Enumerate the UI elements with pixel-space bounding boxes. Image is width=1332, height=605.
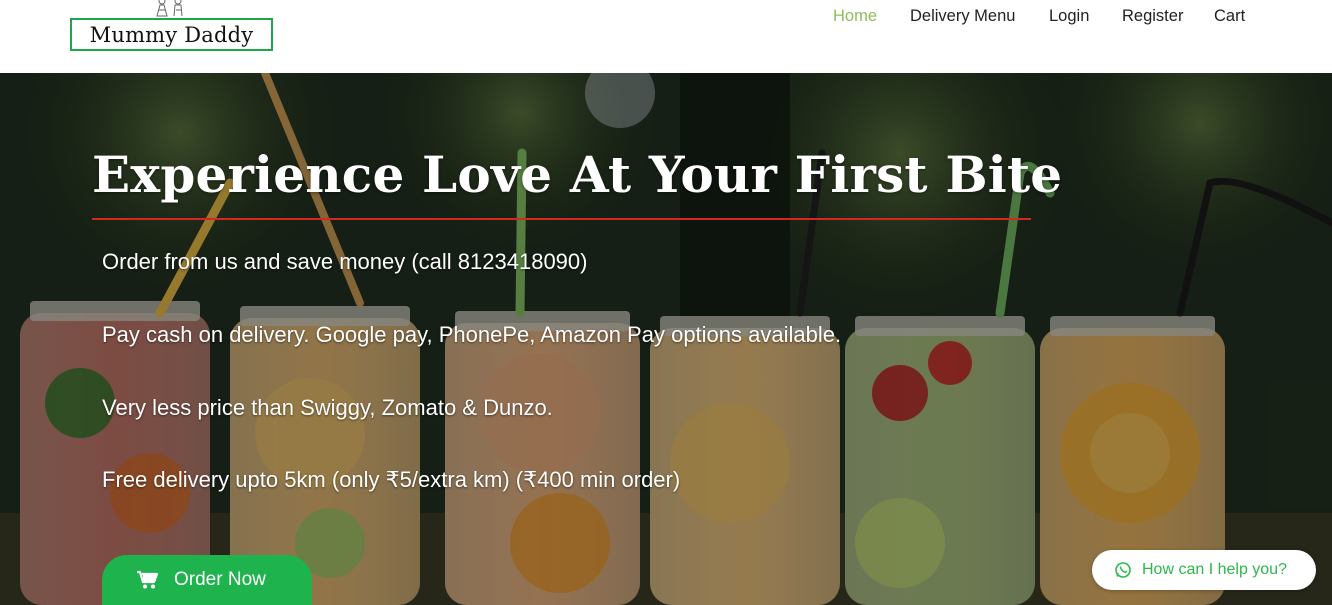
hero-line-delivery: Free delivery upto 5km (only ₹5/extra km… <box>102 467 681 492</box>
nav-item-home[interactable]: Home <box>833 7 877 26</box>
nav-item-login[interactable]: Login <box>1049 7 1089 26</box>
order-now-button[interactable]: Order Now <box>102 555 312 605</box>
nav-item-cart[interactable]: Cart <box>1214 7 1245 26</box>
hero-line-payment: Pay cash on delivery. Google pay, PhoneP… <box>102 322 842 347</box>
hero-line-call: Order from us and save money (call 81234… <box>102 249 588 274</box>
hero-title-underline <box>92 218 1031 220</box>
whatsapp-icon <box>1115 562 1131 578</box>
nav-item-register[interactable]: Register <box>1122 7 1183 26</box>
chat-help-button[interactable]: How can I help you? <box>1092 550 1316 590</box>
site-header: Mummy Daddy Home Delivery Menu Login Reg… <box>0 0 1332 73</box>
nav-item-delivery-menu[interactable]: Delivery Menu <box>910 7 1015 26</box>
hero-line-price: Very less price than Swiggy, Zomato & Du… <box>102 395 553 420</box>
main-nav: Home Delivery Menu Login Register Cart <box>0 0 1332 36</box>
hero-title: Experience Love At Your First Bite <box>92 145 1063 204</box>
order-now-label: Order Now <box>174 569 266 590</box>
cart-icon <box>137 570 159 589</box>
chat-help-label: How can I help you? <box>1142 561 1287 578</box>
hero-section: Experience Love At Your First Bite Order… <box>0 73 1332 605</box>
